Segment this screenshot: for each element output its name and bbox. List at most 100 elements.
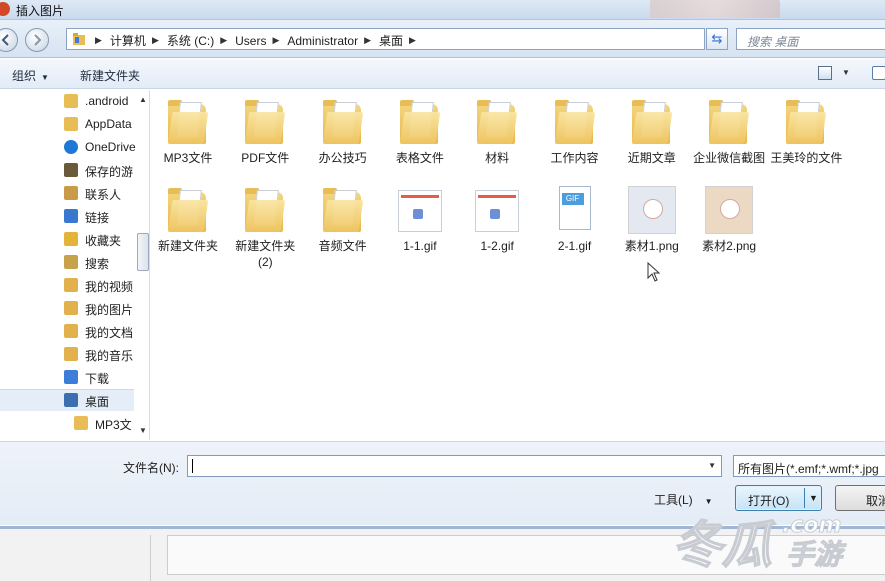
nav-item[interactable]: .android: [0, 90, 134, 112]
file-item[interactable]: 素材2.png: [691, 186, 767, 254]
watermark-logo: 冬瓜 .com 手游: [671, 513, 847, 575]
svg-text:冬瓜: 冬瓜: [672, 516, 777, 574]
gif-thumbnail-icon: [475, 186, 520, 234]
nav-item[interactable]: 我的视频: [0, 274, 134, 296]
file-item[interactable]: 素材1.png: [614, 186, 690, 254]
text-caret: [192, 459, 193, 473]
nav-item[interactable]: 链接: [0, 205, 134, 227]
file-label: 材料: [485, 151, 510, 165]
filename-input[interactable]: ▼: [187, 455, 722, 477]
file-label: 新建文件夹 (2): [235, 239, 296, 269]
nav-item[interactable]: OneDrive: [0, 136, 136, 158]
saved-games-icon: [64, 163, 78, 177]
folder-icon: [475, 98, 519, 146]
breadcrumb-chevron-icon[interactable]: ▶: [220, 35, 227, 46]
nav-item[interactable]: AppData: [0, 113, 134, 135]
file-label: 素材2.png: [702, 239, 757, 253]
breadcrumb-item[interactable]: 系统 (C:): [167, 32, 214, 49]
file-item[interactable]: 新建文件夹 (2): [227, 186, 303, 270]
file-item[interactable]: 新建文件夹: [150, 186, 226, 254]
nav-item-label: 收藏夹: [85, 234, 122, 248]
preview-pane-icon[interactable]: [872, 66, 885, 80]
nav-item[interactable]: 收藏夹: [0, 228, 134, 250]
organize-menu[interactable]: 组织 ▼: [12, 67, 49, 84]
navigation-pane: .android AppData OneDrive 保存的游联系人 链接收藏夹搜索我的视…: [0, 90, 150, 440]
search-folder-icon: [64, 255, 78, 269]
back-button[interactable]: [0, 28, 18, 52]
file-item[interactable]: 企业微信截图: [691, 98, 767, 166]
title-bar: 插入图片: [0, 0, 885, 20]
file-label: 1-2.gif: [480, 239, 514, 253]
new-folder-button[interactable]: 新建文件夹: [80, 67, 140, 84]
desktop-icon: [64, 393, 78, 407]
address-bar[interactable]: ▶计算机▶系统 (C:)▶Users▶Administrator▶桌面▶ ▼: [66, 28, 763, 50]
breadcrumb-chevron-icon[interactable]: ▶: [272, 35, 279, 46]
scroll-up-icon[interactable]: ▲: [139, 95, 147, 104]
nav-scrollbar[interactable]: ▲ ▼: [136, 90, 149, 440]
view-options-icon[interactable]: [818, 66, 832, 80]
file-type-select[interactable]: 所有图片(*.emf;*.wmf;*.jpg: [733, 455, 885, 477]
nav-item[interactable]: 保存的游: [0, 159, 134, 181]
forward-button[interactable]: [25, 28, 49, 52]
file-item[interactable]: 1-1.gif: [382, 186, 458, 254]
breadcrumb-item[interactable]: Users: [235, 34, 266, 48]
nav-item[interactable]: 下载: [0, 366, 134, 388]
arrow-right-icon: [34, 34, 42, 46]
command-toolbar: 组织 ▼ 新建文件夹 ▼: [0, 59, 885, 89]
nav-item-label: MP3文: [95, 418, 132, 432]
breadcrumb-item[interactable]: 桌面: [379, 32, 403, 49]
search-input[interactable]: 搜索 桌面: [736, 28, 885, 50]
scrollbar-thumb[interactable]: [137, 233, 149, 271]
file-label: 办公技巧: [318, 151, 367, 165]
nav-item[interactable]: MP3文: [10, 412, 144, 434]
nav-item-label: AppData: [85, 117, 132, 131]
nav-item[interactable]: 联系人: [0, 182, 134, 204]
breadcrumb-chevron-icon[interactable]: ▶: [152, 35, 159, 46]
refresh-icon: ⇆: [711, 31, 723, 46]
cloud-icon: [64, 140, 78, 154]
file-item[interactable]: GIF 2-1.gif: [537, 186, 613, 254]
breadcrumb-chevron-icon[interactable]: ▶: [364, 35, 371, 46]
breadcrumb-item[interactable]: 计算机: [110, 32, 146, 49]
nav-item-label: 我的图片: [85, 303, 134, 317]
documents-icon: [64, 324, 78, 338]
file-item[interactable]: 办公技巧: [305, 98, 381, 166]
file-item[interactable]: 近期文章: [614, 98, 690, 166]
gif-file-icon: GIF: [553, 186, 597, 234]
refresh-button[interactable]: ⇆: [706, 28, 728, 50]
file-label: 2-1.gif: [557, 239, 592, 253]
filename-dropdown-icon[interactable]: ▼: [708, 461, 716, 470]
file-item[interactable]: 表格文件: [382, 98, 458, 166]
file-item[interactable]: MP3文件: [150, 98, 226, 166]
nav-item[interactable]: 我的音乐: [0, 343, 134, 365]
file-item[interactable]: PDF文件: [227, 98, 303, 166]
nav-item-label: 搜索: [85, 257, 110, 271]
nav-item-label: 保存的游: [85, 165, 134, 179]
file-item[interactable]: 音频文件: [305, 186, 381, 254]
image-thumbnail-icon: [705, 186, 754, 234]
nav-item-label: 桌面: [85, 395, 110, 409]
file-item[interactable]: 工作内容: [537, 98, 613, 166]
scroll-down-icon[interactable]: ▼: [139, 426, 147, 435]
image-thumbnail-icon: [627, 186, 676, 234]
folder-icon: [707, 98, 751, 146]
folder-icon: [73, 33, 85, 45]
breadcrumb-item[interactable]: Administrator: [287, 34, 358, 48]
breadcrumb-chevron-icon[interactable]: ▶: [409, 35, 416, 46]
nav-item[interactable]: 我的图片: [0, 297, 134, 319]
view-dropdown-icon[interactable]: ▼: [842, 68, 850, 77]
nav-item[interactable]: 桌面: [0, 389, 134, 411]
music-icon: [64, 347, 78, 361]
file-item[interactable]: 材料: [459, 98, 535, 166]
file-item[interactable]: 1-2.gif: [459, 186, 535, 254]
window-title: 插入图片: [16, 4, 65, 18]
nav-divider: [0, 389, 134, 390]
nav-item[interactable]: 搜索: [0, 251, 134, 273]
links-icon: [64, 209, 78, 223]
nav-item[interactable]: 我的文档: [0, 320, 134, 342]
folder-icon: [166, 98, 210, 146]
file-label: 企业微信截图: [693, 151, 766, 165]
file-label: PDF文件: [241, 151, 290, 165]
file-item[interactable]: 王美玲的文件: [768, 98, 844, 166]
breadcrumb-chevron-icon[interactable]: ▶: [95, 35, 102, 46]
